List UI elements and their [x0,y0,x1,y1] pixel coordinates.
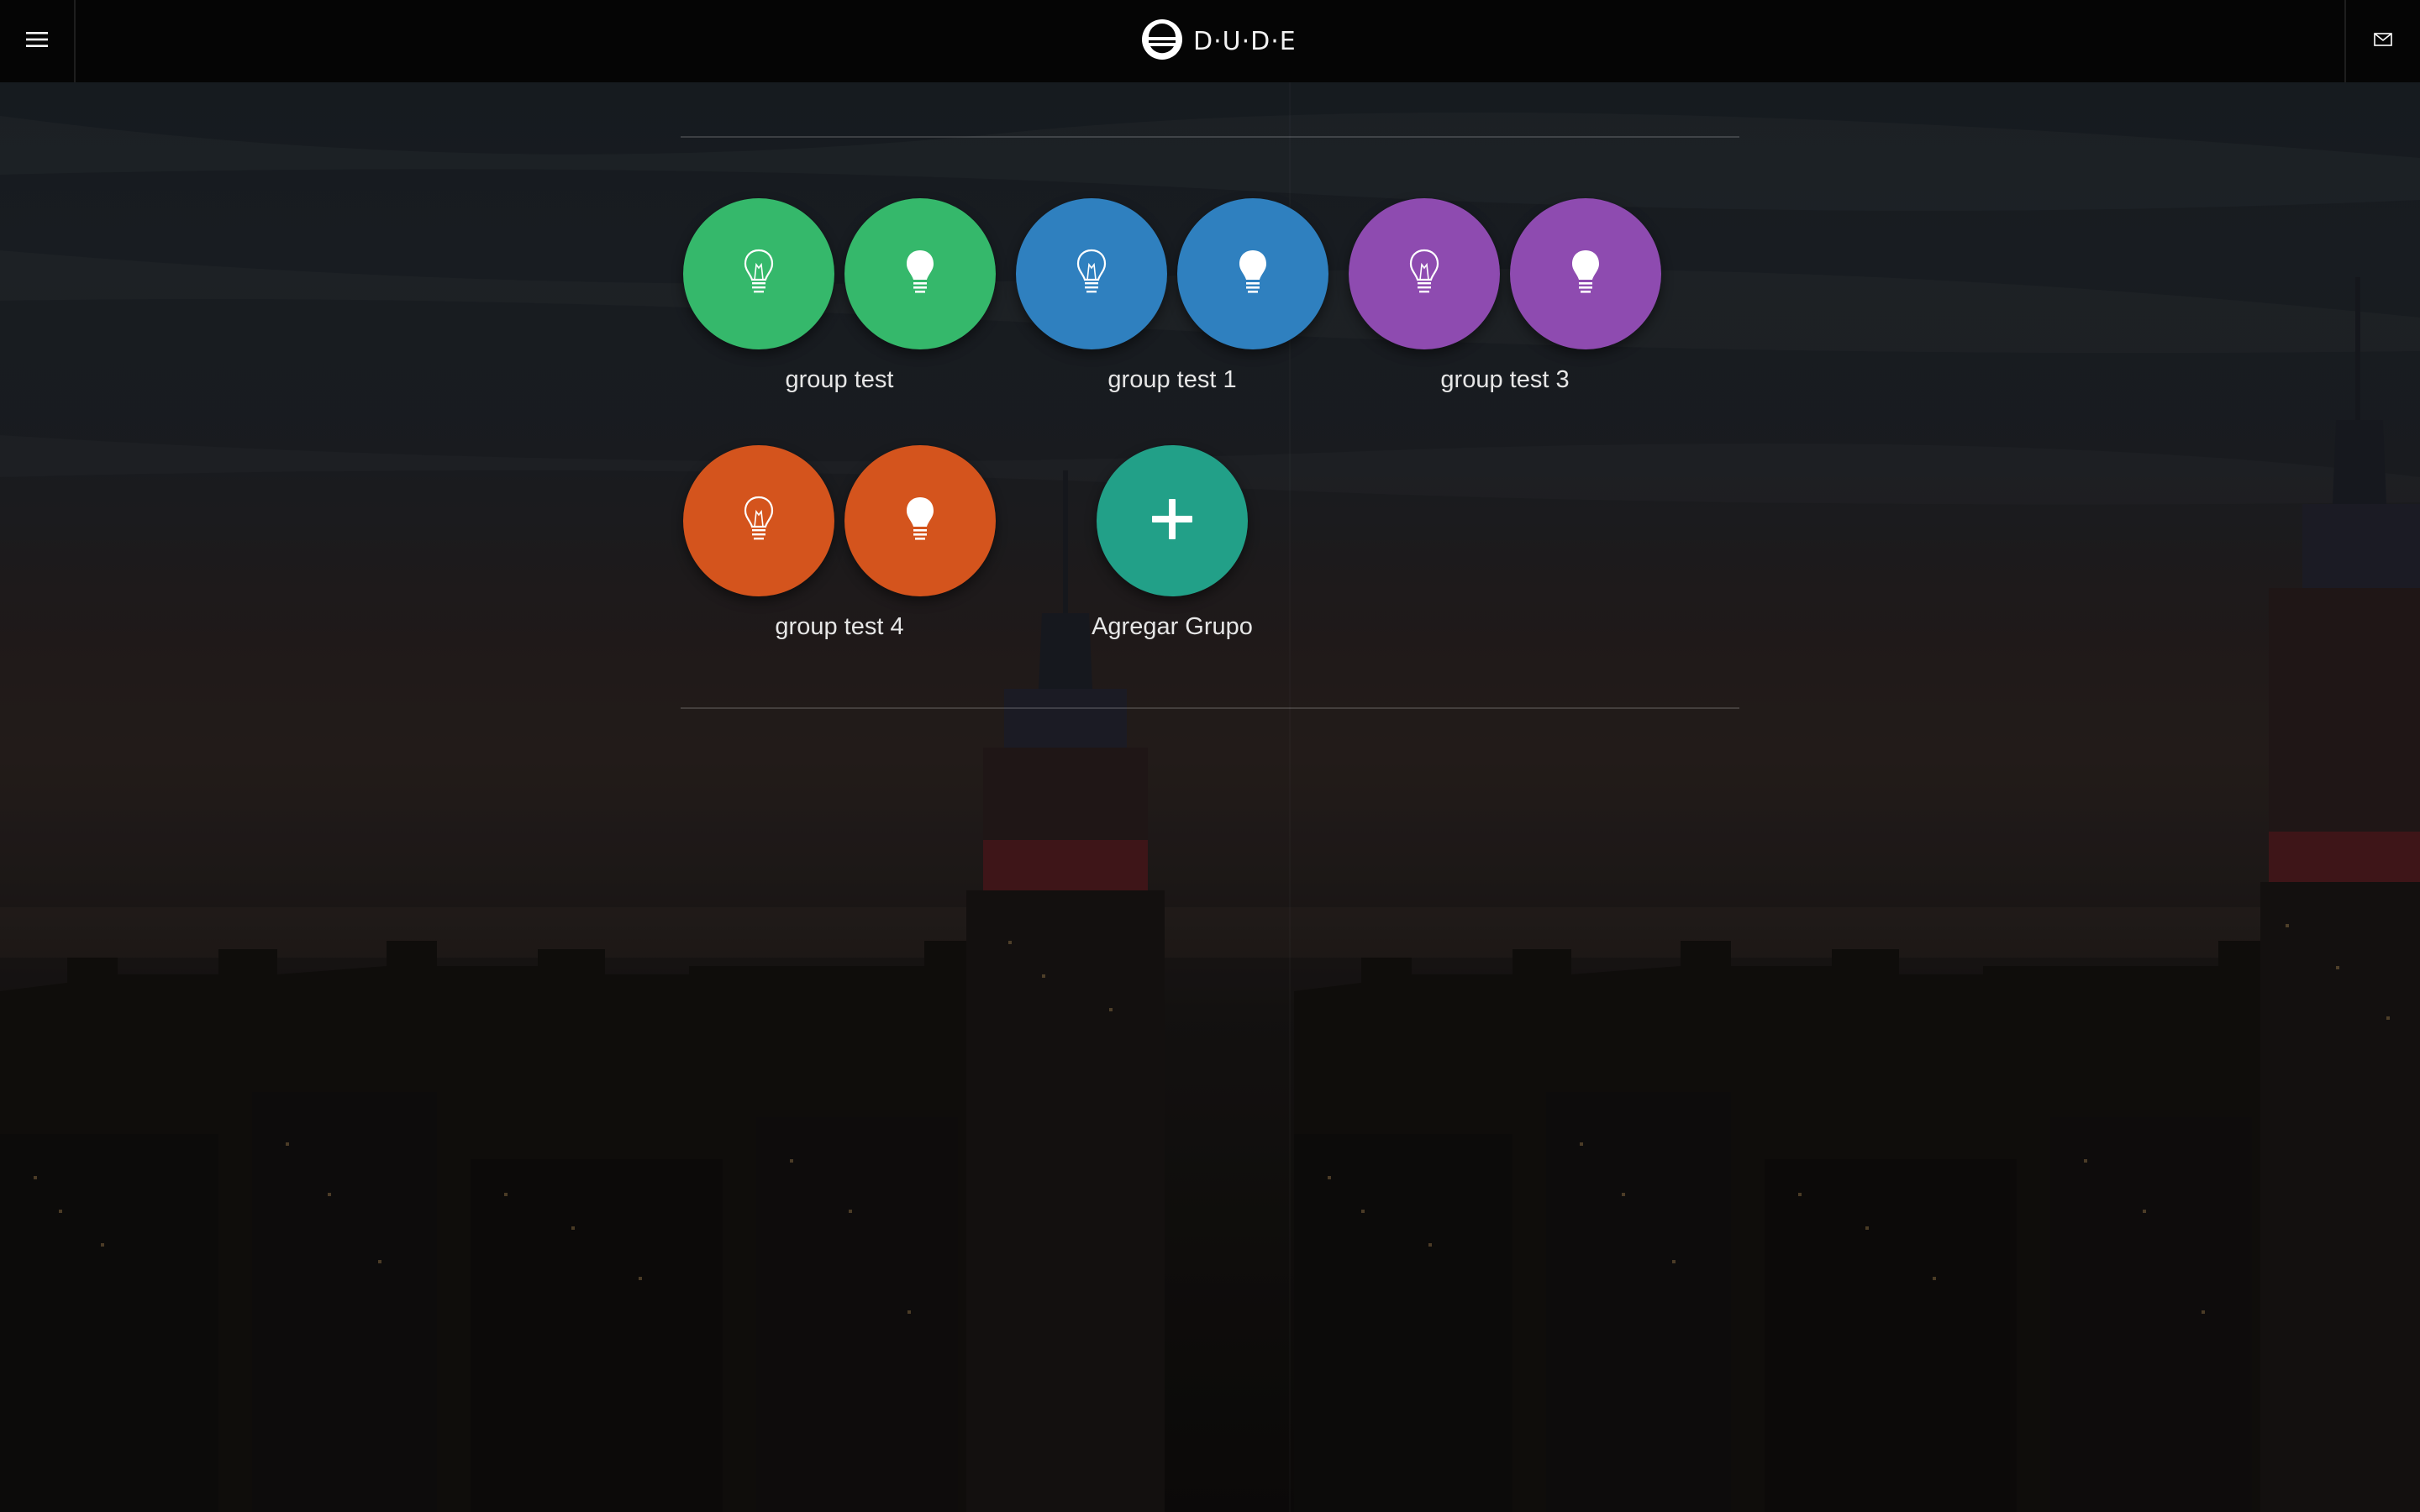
mail-icon [2374,32,2392,50]
group-controls [681,445,998,596]
lightbulb-filled-icon [1569,248,1602,301]
lightbulb-filled-icon [903,495,937,548]
light-group: group test 4 [681,445,998,642]
add-group: Agregar Grupo [1013,445,1331,642]
group-controls [681,198,998,349]
group-name[interactable]: group test [681,365,998,395]
hamburger-menu-icon [26,31,48,52]
group-name[interactable]: group test 4 [681,612,998,642]
light-off-button[interactable] [1349,198,1500,349]
add-group-button[interactable] [1097,445,1248,596]
menu-button[interactable] [0,0,76,82]
light-group: group test 3 [1346,198,1664,395]
group-name[interactable]: group test 3 [1346,365,1664,395]
top-bar: D·U·D·E [0,0,2420,82]
lightbulb-outline-icon [1407,248,1441,301]
group-controls [1013,198,1331,349]
lightbulb-outline-icon [742,495,776,548]
light-group: group test 1 [1013,198,1331,395]
light-on-button[interactable] [844,445,996,596]
brand-name: D·U·D·E [1193,26,1297,56]
lightbulb-outline-icon [1075,248,1108,301]
group-grid: group test group test 1 group test 3 gro… [681,138,1739,707]
lightbulb-filled-icon [1236,248,1270,301]
light-on-button[interactable] [844,198,996,349]
add-group-label[interactable]: Agregar Grupo [1013,612,1331,642]
light-on-button[interactable] [1177,198,1328,349]
light-off-button[interactable] [1016,198,1167,349]
app-page: D·U·D·E group test group test 1 group te… [0,0,2420,1512]
light-off-button[interactable] [683,445,834,596]
lightbulb-filled-icon [903,248,937,301]
light-off-button[interactable] [683,198,834,349]
brand-logo[interactable]: D·U·D·E [1141,18,1297,64]
dude-logo-icon [1141,18,1183,65]
group-controls [1346,198,1664,349]
plus-icon [1150,497,1194,545]
bottom-divider [681,707,1739,709]
light-on-button[interactable] [1510,198,1661,349]
groups-panel: group test group test 1 group test 3 gro… [681,136,1739,709]
light-group: group test [681,198,998,395]
group-name[interactable]: group test 1 [1013,365,1331,395]
lightbulb-outline-icon [742,248,776,301]
mail-button[interactable] [2344,0,2420,82]
